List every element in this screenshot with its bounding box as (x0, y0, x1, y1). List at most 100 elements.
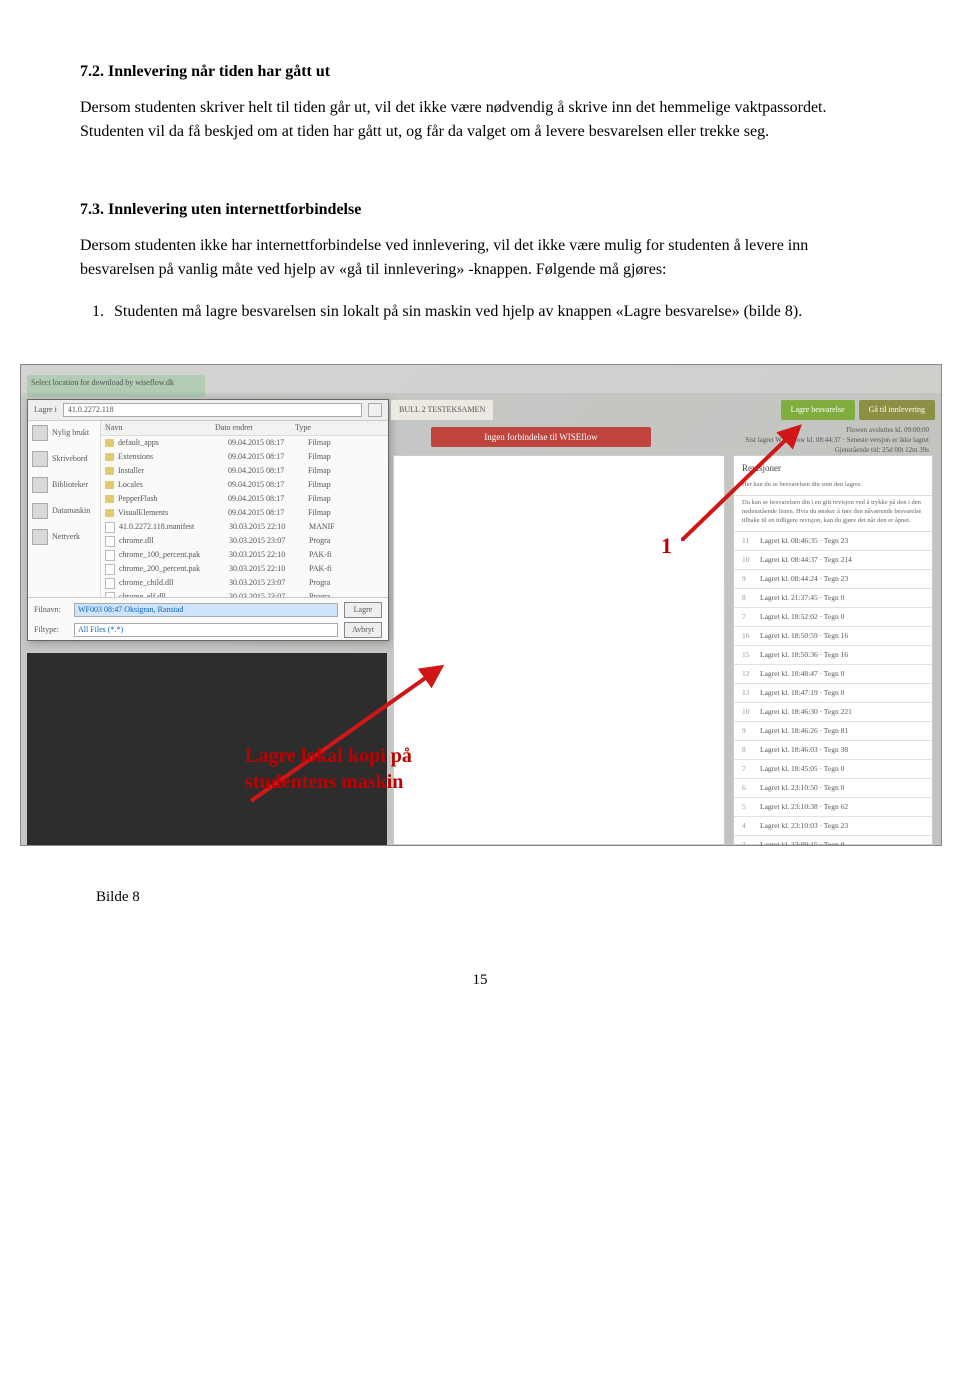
dialog-address-field[interactable]: 41.0.2272.118 (63, 403, 362, 417)
file-type: Filmap (308, 507, 384, 519)
revision-item[interactable]: 15Lagret kl. 18:50:36 · Tegn 16 (734, 646, 932, 665)
file-date: 30.03.2015 23:07 (229, 535, 309, 547)
revision-number: 8 (742, 744, 754, 755)
file-name: chrome_200_percent.pak (119, 563, 229, 575)
sidebar-place-item[interactable]: Datamaskin (32, 503, 96, 519)
place-label: Nylig brukt (52, 427, 89, 439)
file-row[interactable]: VisualElements09.04.2015 08:17Filmap (101, 506, 388, 520)
refresh-icon[interactable] (368, 403, 382, 417)
folder-icon (105, 453, 114, 461)
filetype-select[interactable]: All Files (*.*) (74, 623, 338, 637)
file-type: Progra (309, 535, 384, 547)
folder-icon (105, 509, 114, 517)
figure-caption: Bilde 8 (96, 886, 880, 909)
file-date: 09.04.2015 08:17 (228, 507, 308, 519)
revision-item[interactable]: 8 Lagret kl. 21:37:45 · Tegn 0 (734, 589, 932, 608)
file-type: Progra (309, 577, 384, 589)
revision-item[interactable]: 6 Lagret kl. 23:10:50 · Tegn 0 (734, 779, 932, 798)
dialog-sidebar: Nylig brukt Skrivebord Biblioteker Datamask… (28, 421, 101, 597)
filename-input[interactable]: WF003 08:47 Oksigran, Ranstad (74, 603, 338, 617)
file-row[interactable]: 41.0.2272.118.manifest30.03.2015 22:10MA… (101, 520, 388, 534)
revision-number: 10 (742, 554, 754, 565)
revision-item[interactable]: 3Lagret kl. 23:09:15 · Tegn 0 (734, 836, 932, 847)
folder-icon (105, 439, 114, 447)
file-list-columns: Navn Dato endret Type (101, 421, 388, 436)
revisions-panel: Revisjoner Her kan du se besvarelsen din… (733, 455, 933, 845)
dialog-header: Lagre i 41.0.2272.118 (28, 400, 388, 421)
file-row[interactable]: Extensions09.04.2015 08:17Filmap (101, 450, 388, 464)
place-label: Skrivebord (52, 453, 88, 465)
file-row[interactable]: chrome_elf.dll30.03.2015 23:07Progra (101, 590, 388, 597)
revision-item[interactable]: 10Lagret kl. 08:44:37 · Tegn 214 (734, 551, 932, 570)
sidebar-place-item[interactable]: Nettverk (32, 529, 96, 545)
file-row[interactable]: chrome.dll30.03.2015 23:07Progra (101, 534, 388, 548)
revision-text: Lagret kl. 18:45:05 · Tegn 0 (760, 763, 924, 774)
annotation-caption-line1: Lagre lokal kopi på (245, 745, 412, 767)
file-name: chrome_100_percent.pak (119, 549, 229, 561)
file-row[interactable]: Locales09.04.2015 08:17Filmap (101, 478, 388, 492)
revision-item[interactable]: 9Lagret kl. 18:46:26 · Tegn 81 (734, 722, 932, 741)
file-row[interactable]: Installer09.04.2015 08:17Filmap (101, 464, 388, 478)
place-icon (32, 503, 48, 519)
file-name: VisualElements (118, 507, 228, 519)
revision-item[interactable]: 5 Lagret kl. 23:10:38 · Tegn 62 (734, 798, 932, 817)
spacer (80, 162, 880, 198)
revision-item[interactable]: 11Lagret kl. 08:46:35 · Tegn 23 (734, 532, 932, 551)
save-button[interactable]: Lagre (344, 602, 382, 618)
revision-text: Lagret kl. 21:37:45 · Tegn 0 (760, 592, 924, 603)
revision-item[interactable]: 12Lagret kl. 18:48:47 · Tegn 0 (734, 665, 932, 684)
file-name: 41.0.2272.118.manifest (119, 521, 229, 533)
file-name: Installer (118, 465, 228, 477)
label-lagre-i: Lagre i (34, 404, 57, 416)
revision-item[interactable]: 16Lagret kl. 18:50:59 · Tegn 16 (734, 627, 932, 646)
revision-number: 5 (742, 801, 754, 812)
file-row[interactable]: PepperFlash09.04.2015 08:17Filmap (101, 492, 388, 506)
para-7-3: Dersom studenten ikke har internettforbi… (80, 234, 880, 282)
step-1: Studenten må lagre besvarelsen sin lokal… (108, 300, 880, 324)
revision-text: Lagret kl. 18:50:36 · Tegn 16 (760, 649, 924, 660)
revision-item[interactable]: 4Lagret kl. 23:10:03 · Tegn 23 (734, 817, 932, 836)
place-icon (32, 529, 48, 545)
col-name[interactable]: Navn (105, 422, 215, 434)
ga-til-innlevering-button[interactable]: Gå til innlevering (859, 400, 935, 420)
file-icon (105, 578, 115, 589)
revision-number: 8 (742, 592, 754, 603)
file-name: Extensions (118, 451, 228, 463)
folder-icon (105, 481, 114, 489)
revision-number: 10 (742, 706, 754, 717)
lagre-besvarelse-button[interactable]: Lagre besvarelse (781, 400, 855, 420)
sidebar-place-item[interactable]: Nylig brukt (32, 425, 96, 441)
screenshot-bilde-8: Select location for download by wiseflow… (20, 364, 880, 846)
file-date: 30.03.2015 22:10 (229, 563, 309, 575)
file-row[interactable]: default_apps09.04.2015 08:17Filmap (101, 436, 388, 450)
revision-item[interactable]: 8Lagret kl. 18:46:03 · Tegn 38 (734, 741, 932, 760)
revision-text: Lagret kl. 23:10:38 · Tegn 62 (760, 801, 924, 812)
file-name: chrome.dll (119, 535, 229, 547)
file-row[interactable]: chrome_100_percent.pak30.03.2015 22:10PA… (101, 548, 388, 562)
file-type: Filmap (308, 451, 384, 463)
file-row[interactable]: chrome_200_percent.pak30.03.2015 22:10PA… (101, 562, 388, 576)
revision-item[interactable]: 7Lagret kl. 18:52:02 · Tegn 0 (734, 608, 932, 627)
file-icon (105, 550, 115, 561)
revision-item[interactable]: 9Lagret kl. 08:44:24 · Tegn 23 (734, 570, 932, 589)
revision-text: Lagret kl. 23:10:50 · Tegn 0 (760, 782, 924, 793)
revision-item[interactable]: 10 Lagret kl. 18:46:30 · Tegn 221 (734, 703, 932, 722)
revision-number: 6 (742, 782, 754, 793)
file-row[interactable]: chrome_child.dll30.03.2015 23:07Progra (101, 576, 388, 590)
col-type[interactable]: Type (295, 422, 384, 434)
document-area[interactable] (393, 455, 725, 845)
sidebar-place-item[interactable]: Skrivebord (32, 451, 96, 467)
sidebar-place-item[interactable]: Biblioteker (32, 477, 96, 493)
revision-item[interactable]: 7Lagret kl. 18:45:05 · Tegn 0 (734, 760, 932, 779)
file-date: 09.04.2015 08:17 (228, 479, 308, 491)
revision-text: Lagret kl. 18:47:19 · Tegn 0 (760, 687, 924, 698)
annotation-caption-line2: studentens maskin (245, 771, 403, 793)
revision-item[interactable]: 13Lagret kl. 18:47:19 · Tegn 0 (734, 684, 932, 703)
revision-text: Lagret kl. 18:46:30 · Tegn 221 (760, 706, 924, 717)
col-date[interactable]: Dato endret (215, 422, 295, 434)
revision-text: Lagret kl. 08:44:24 · Tegn 23 (760, 573, 924, 584)
revision-number: 16 (742, 630, 754, 641)
revision-number: 9 (742, 725, 754, 736)
cancel-button[interactable]: Avbryt (344, 622, 382, 638)
file-type: MANIF (309, 521, 384, 533)
